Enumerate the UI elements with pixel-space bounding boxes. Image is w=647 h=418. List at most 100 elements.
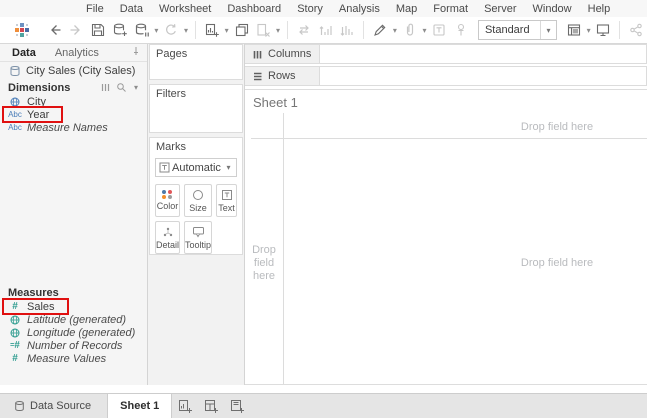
- color-button[interactable]: Color: [155, 184, 181, 217]
- new-story-button[interactable]: [224, 394, 250, 418]
- sort-ascending-icon[interactable]: [315, 20, 337, 40]
- field-measure-values[interactable]: # Measure Values: [0, 352, 147, 365]
- show-mark-labels-icon[interactable]: [428, 20, 450, 40]
- abc-icon: Abc: [8, 123, 22, 132]
- duplicate-sheet-icon[interactable]: [231, 20, 253, 40]
- sort-descending-icon[interactable]: [336, 20, 358, 40]
- horizontal-scroll-strip[interactable]: [0, 385, 647, 393]
- columns-header-drop-hint[interactable]: Drop field here: [457, 121, 647, 133]
- new-data-source-icon[interactable]: [109, 20, 131, 40]
- view-as-icon[interactable]: [100, 82, 111, 93]
- menu-map[interactable]: Map: [388, 3, 425, 15]
- clear-sheet-icon[interactable]: [252, 20, 274, 40]
- tooltip-icon: [192, 226, 204, 237]
- sheet-tab-label: Sheet 1: [120, 400, 160, 412]
- tableau-logo-icon[interactable]: [14, 22, 30, 38]
- menu-story[interactable]: Story: [289, 3, 331, 15]
- text-button[interactable]: Text: [216, 184, 237, 217]
- share-workbook-icon[interactable]: [625, 20, 647, 40]
- menu-analysis[interactable]: Analysis: [331, 3, 388, 15]
- menu-worksheet[interactable]: Worksheet: [151, 3, 219, 15]
- tab-data[interactable]: Data: [0, 47, 47, 59]
- filters-shelf[interactable]: Filters: [149, 84, 243, 133]
- dimensions-sort-dropdown-icon[interactable]: ▾: [132, 83, 140, 92]
- rows-shelf[interactable]: Rows: [245, 66, 647, 86]
- pause-updates-dropdown-icon[interactable]: ▾: [152, 26, 160, 35]
- pages-shelf[interactable]: Pages: [149, 44, 243, 80]
- field-sales[interactable]: # Sales: [0, 298, 147, 315]
- mark-type-dropdown-icon[interactable]: ▾: [221, 159, 236, 176]
- swap-rows-columns-icon[interactable]: [293, 20, 315, 40]
- field-number-of-records[interactable]: = # Number of Records: [0, 339, 147, 352]
- auto-number-icon: = #: [10, 340, 20, 351]
- menu-window[interactable]: Window: [525, 3, 580, 15]
- tab-analytics[interactable]: Analytics: [47, 47, 107, 59]
- mark-type-value: Automatic: [172, 161, 221, 174]
- highlight-dropdown-icon[interactable]: ▾: [391, 26, 399, 35]
- mark-type-selector[interactable]: Automatic ▾: [155, 158, 237, 177]
- new-worksheet-dropdown-icon[interactable]: ▾: [223, 26, 231, 35]
- size-button[interactable]: Size: [184, 184, 213, 217]
- detail-button[interactable]: Detail: [155, 221, 181, 254]
- rows-drop-area[interactable]: [320, 67, 646, 85]
- tableau-window: { "menu_bar": { "items": ["File","Data",…: [0, 0, 647, 418]
- cards-pane: Pages Filters Marks Automatic ▾ Color Si…: [148, 44, 245, 385]
- menu-help[interactable]: Help: [580, 3, 619, 15]
- highlight-icon[interactable]: [369, 20, 391, 40]
- clear-sheet-dropdown-icon[interactable]: ▾: [274, 26, 282, 35]
- group-members-icon[interactable]: [399, 20, 421, 40]
- pause-auto-updates-icon[interactable]: [131, 20, 153, 40]
- number-icon: #: [12, 353, 18, 364]
- run-update-dropdown-icon[interactable]: ▾: [182, 26, 190, 35]
- tooltip-button-label: Tooltip: [185, 239, 212, 250]
- columns-drop-area[interactable]: [320, 45, 646, 63]
- sheet-canvas[interactable]: Sheet 1 Drop field here Drop field here …: [245, 89, 647, 385]
- field-latitude[interactable]: Latitude (generated): [0, 313, 147, 326]
- show-hide-cards-icon[interactable]: [563, 20, 585, 40]
- column-header-divider: [251, 138, 647, 139]
- new-worksheet-button[interactable]: [172, 394, 198, 418]
- field-measure-names[interactable]: Abc Measure Names: [0, 121, 147, 134]
- field-city[interactable]: City: [0, 95, 147, 108]
- new-dashboard-button[interactable]: [198, 394, 224, 418]
- color-icon: [162, 190, 173, 199]
- size-button-label: Size: [189, 202, 207, 213]
- fix-axes-pin-icon[interactable]: [450, 20, 472, 40]
- menu-format[interactable]: Format: [425, 3, 476, 15]
- show-hide-cards-dropdown-icon[interactable]: ▾: [585, 26, 593, 35]
- marks-card: Marks Automatic ▾ Color Size Text Detail…: [149, 137, 243, 255]
- columns-shelf[interactable]: Columns: [245, 44, 647, 64]
- detail-icon: [163, 227, 172, 236]
- field-year[interactable]: Abc Year: [0, 106, 147, 123]
- field-label: Number of Records: [27, 339, 123, 352]
- presentation-mode-icon[interactable]: [593, 20, 615, 40]
- menu-server[interactable]: Server: [476, 3, 524, 15]
- pane-pin-icon[interactable]: [131, 46, 147, 59]
- field-label: Latitude (generated): [27, 313, 127, 326]
- data-source-tab[interactable]: Data Source: [0, 394, 107, 418]
- dimensions-header-label: Dimensions: [8, 81, 71, 94]
- menu-data[interactable]: Data: [112, 3, 151, 15]
- menu-file[interactable]: File: [78, 3, 112, 15]
- save-icon[interactable]: [87, 20, 109, 40]
- sheet-tab-active[interactable]: Sheet 1: [107, 394, 173, 418]
- undo-back-icon[interactable]: [44, 20, 66, 40]
- group-dropdown-icon[interactable]: ▾: [421, 26, 429, 35]
- find-field-icon[interactable]: [116, 82, 127, 93]
- fit-selector[interactable]: Standard ▾: [477, 20, 557, 40]
- fit-selector-dropdown-icon[interactable]: ▾: [539, 21, 556, 39]
- view-pane: Columns Rows Sheet 1 Drop field here Dro…: [245, 44, 647, 385]
- new-worksheet-icon[interactable]: [201, 20, 223, 40]
- field-longitude[interactable]: Longitude (generated): [0, 326, 147, 339]
- pages-label: Pages: [156, 48, 188, 60]
- run-update-icon[interactable]: [160, 20, 182, 40]
- body-drop-hint[interactable]: Drop field here: [457, 257, 647, 269]
- data-source-connection[interactable]: City Sales (City Sales): [0, 62, 147, 79]
- field-label: City: [27, 95, 46, 108]
- menu-dashboard[interactable]: Dashboard: [219, 3, 289, 15]
- new-story-icon: [230, 399, 244, 413]
- redo-forward-icon[interactable]: [66, 20, 88, 40]
- rows-header-drop-hint[interactable]: Drop field here: [245, 244, 283, 283]
- tooltip-button[interactable]: Tooltip: [184, 221, 213, 254]
- filters-label: Filters: [156, 88, 186, 100]
